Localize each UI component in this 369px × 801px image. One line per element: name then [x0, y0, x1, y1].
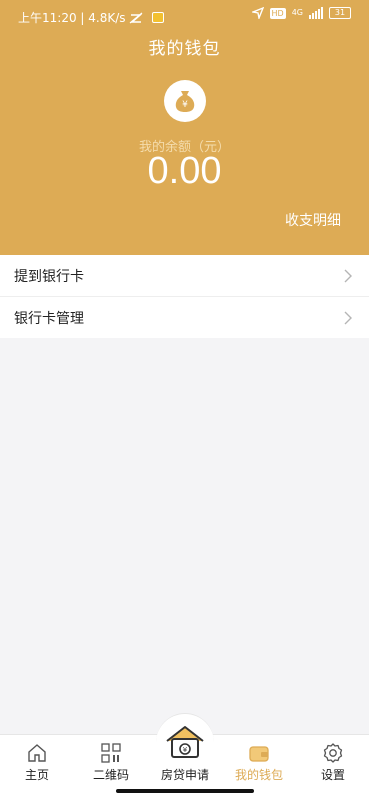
- status-time: 上午11:20 | 4.8K/s: [18, 11, 126, 25]
- coin-symbol: ¥: [182, 100, 188, 110]
- tab-settings[interactable]: 设置: [296, 735, 369, 785]
- dnd-icon: [129, 12, 142, 23]
- network-type: 4G: [291, 8, 303, 17]
- withdraw-to-bank-card-item[interactable]: 提到银行卡: [0, 255, 369, 297]
- page-title: 我的钱包: [148, 39, 221, 59]
- home-gesture-bar[interactable]: [116, 789, 254, 793]
- tab-qr-code[interactable]: 二维码: [74, 735, 148, 785]
- chevron-right-icon: [344, 269, 352, 282]
- tab-label: 二维码: [92, 768, 129, 782]
- chevron-right-icon: [344, 311, 352, 324]
- home-icon: [28, 744, 46, 762]
- location-icon: [251, 7, 264, 19]
- house-loan-icon: ¥: [166, 726, 204, 758]
- tab-my-wallet[interactable]: 我的钱包: [222, 735, 296, 785]
- gear-icon: [323, 743, 343, 763]
- list-item-label: 提到银行卡: [14, 268, 84, 285]
- signal-icon: [309, 7, 323, 19]
- balance-amount: 0.00: [147, 150, 222, 192]
- tab-home[interactable]: 主页: [0, 735, 74, 785]
- wallet-header: 上午11:20 | 4.8K/s HD 4G 31 我的钱包 ¥ 我的余额（元）…: [0, 0, 369, 255]
- loan-coin-symbol: ¥: [183, 746, 188, 754]
- tab-label: 我的钱包: [234, 768, 283, 782]
- wallet-menu-list: 提到银行卡 银行卡管理: [0, 255, 369, 338]
- wallet-icon: [249, 746, 269, 762]
- bank-card-management-item[interactable]: 银行卡管理: [0, 297, 369, 338]
- notification-icon: [151, 12, 164, 23]
- battery-icon: 31: [329, 7, 351, 19]
- status-bar: 上午11:20 | 4.8K/s HD 4G 31: [0, 0, 369, 32]
- transaction-details-link[interactable]: 收支明细: [285, 210, 341, 230]
- hd-badge: HD: [269, 7, 286, 19]
- tab-label: 房贷申请: [160, 768, 209, 782]
- qr-code-icon: [101, 743, 121, 763]
- list-item-label: 银行卡管理: [14, 310, 84, 327]
- tab-house-loan[interactable]: ¥ 房贷申请: [148, 726, 222, 785]
- money-bag-icon: ¥: [164, 80, 206, 122]
- tab-label: 设置: [320, 768, 345, 782]
- tab-label: 主页: [24, 768, 49, 782]
